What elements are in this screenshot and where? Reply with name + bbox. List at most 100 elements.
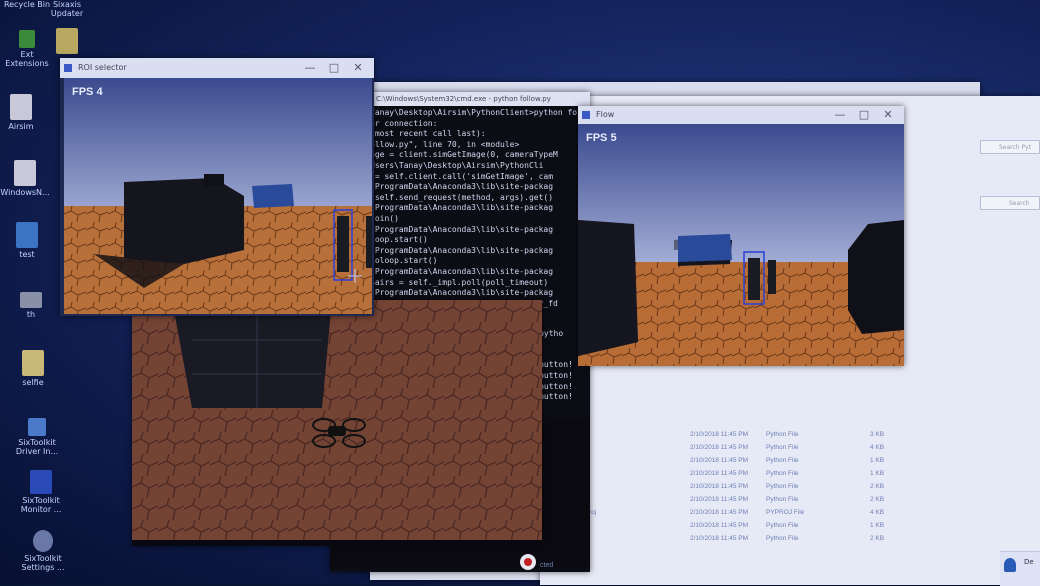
file-icon: [10, 94, 32, 120]
flow-fps-label: FPS 5: [586, 132, 617, 144]
file-date: 2/10/2018 11:45 PM: [690, 496, 749, 503]
maximize-icon[interactable]: □: [852, 106, 876, 124]
file-size: 2 KB: [870, 483, 885, 490]
console-line: ollow.py", line 70, in <module>: [370, 139, 520, 149]
console-line: \ProgramData\Anaconda3\lib\site-packag: [370, 245, 554, 255]
record-icon[interactable]: [520, 554, 536, 570]
file-date: 2/10/2018 11:45 PM: [690, 535, 749, 542]
notification-text: De: [1024, 558, 1034, 566]
file-type: Python File: [766, 496, 799, 503]
console-line: age = client.simGetImage(0, cameraTypeM: [370, 150, 558, 160]
desktop-icon-sixtoolkit-driver[interactable]: SixToolkit Driver In...: [10, 418, 64, 456]
console-line: self.send_request(method, args).get(): [370, 192, 554, 202]
folder-icon: [56, 28, 78, 54]
file-row[interactable]: PythonClient.pyproj2/10/2018 11:45 PMPYP…: [540, 506, 900, 519]
file-size: 4 KB: [870, 444, 885, 451]
image-icon: [20, 292, 42, 308]
file-row[interactable]: point_cloud2/10/2018 11:45 PMPython File…: [540, 493, 900, 506]
sixtoolkit-driver-label: SixToolkit Driver In...: [15, 438, 59, 456]
flow-video-frame[interactable]: FPS 5: [578, 124, 904, 366]
record-dot-icon: [524, 558, 532, 566]
sixtoolkit-monitor-label: SixToolkit Monitor ...: [20, 496, 62, 514]
file-row[interactable]: seg_pallete2/10/2018 11:45 PMPython File…: [540, 519, 900, 532]
file-row[interactable]: objects2/10/2018 11:45 PMPython File1 KB: [540, 454, 900, 467]
desktop-icon-selfie[interactable]: selfie: [6, 350, 60, 387]
console-line: Users\Tanay\Desktop\Airsim\PythonCli: [370, 160, 544, 170]
file-size: 1 KB: [870, 470, 885, 477]
file-date: 2/10/2018 11:45 PM: [690, 483, 749, 490]
file-date: 2/10/2018 11:45 PM: [690, 522, 749, 529]
explorer-status-text: cted: [540, 562, 554, 569]
desktop-icon-airsim[interactable]: Airsim: [0, 94, 48, 131]
console-title: C:\Windows\System32\cmd.exe - python fol…: [376, 95, 551, 103]
person-icon: [1004, 558, 1016, 572]
roi-titlebar: ROI selector — □ ✕: [60, 58, 374, 78]
app-icon: [30, 470, 52, 494]
selfie-icon-label: selfie: [22, 378, 44, 387]
file-type: PYPROJ File: [766, 509, 805, 516]
test-icon-label: test: [19, 250, 35, 259]
file-size: 1 KB: [870, 522, 885, 529]
windowsn-icon-label: WindowsN...: [0, 188, 50, 197]
console-line: join(): [370, 213, 399, 223]
desktop-icon-test[interactable]: test: [0, 222, 54, 259]
search-input[interactable]: Search Pyt: [980, 140, 1040, 154]
search-input-2-text: Search: [1009, 200, 1030, 207]
console-line: = self.client.call('simGetImage', cam: [370, 171, 554, 181]
console-line: \ProgramData\Anaconda3\lib\site-packag: [370, 182, 554, 192]
file-date: 2/10/2018 11:45 PM: [690, 444, 749, 451]
th-icon-label: th: [26, 310, 36, 319]
minimize-icon[interactable]: —: [298, 58, 322, 78]
close-icon[interactable]: ✕: [346, 58, 370, 78]
console-line: ioloop.start(): [370, 256, 438, 266]
console-line: \ProgramData\Anaconda3\lib\site-packag: [370, 224, 554, 234]
console-line: or connection:: [370, 118, 438, 128]
console-output-top: Tanay\Desktop\Airsim\PythonClient>python…: [370, 108, 590, 328]
console-line: loop.start(): [370, 235, 428, 245]
desktop-icon-updater[interactable]: Sixaxis Updater: [40, 0, 94, 18]
file-row[interactable]: path2/10/2018 11:45 PMPython File1 KB: [540, 467, 900, 480]
search-input-2[interactable]: Search: [980, 196, 1040, 210]
file-type: Python File: [766, 431, 799, 438]
search-input-text: Search Pyt: [999, 144, 1032, 151]
python-file-icon: [16, 222, 38, 248]
roi-window-title: ROI selector: [78, 63, 127, 72]
airsim-scene-window[interactable]: [132, 300, 542, 546]
roi-selector-window[interactable]: ROI selector — □ ✕ FPS 4: [60, 58, 374, 316]
file-row[interactable]: navigate2/10/2018 11:45 PMPython File4 K…: [540, 441, 900, 454]
flow-blue-container: [678, 234, 732, 262]
file-date: 2/10/2018 11:45 PM: [690, 431, 749, 438]
image-file-icon: [22, 350, 44, 376]
roi-scene: [64, 78, 372, 314]
roi-video-frame[interactable]: FPS 4: [64, 78, 372, 314]
minimize-icon[interactable]: —: [828, 106, 852, 124]
notification-toast[interactable]: De: [1000, 551, 1040, 586]
file-type: Python File: [766, 444, 799, 451]
file-date: 2/10/2018 11:45 PM: [690, 457, 749, 464]
desktop-icon-sixtoolkit-monitor[interactable]: SixToolkit Monitor ...: [14, 470, 68, 514]
desktop-icon-folder[interactable]: [52, 28, 82, 56]
file-size: 2 KB: [870, 496, 885, 503]
console-line: (most recent call last):: [370, 129, 486, 139]
console-line: Tanay\Desktop\Airsim\PythonClient>python…: [370, 108, 590, 117]
desktop-icon-extensions[interactable]: Ext Extensions: [0, 30, 54, 68]
maximize-icon[interactable]: □: [322, 58, 346, 78]
scene-bottom-bar: [132, 540, 542, 546]
window-app-icon: [64, 64, 72, 72]
file-row[interactable]: segmentation2/10/2018 11:45 PMPython Fil…: [540, 532, 900, 545]
file-size: 2 KB: [870, 535, 885, 542]
desktop-icon-windowsn[interactable]: WindowsN...: [0, 160, 52, 197]
file-row[interactable]: pfm2/10/2018 11:45 PMPython File2 KB: [540, 480, 900, 493]
console-line: \ProgramData\Anaconda3\lib\site-packag: [370, 266, 554, 276]
file-type: Python File: [766, 522, 799, 529]
close-icon[interactable]: ✕: [876, 106, 900, 124]
file-icon: [14, 160, 36, 186]
flow-window[interactable]: Flow — □ ✕ FPS 5: [578, 106, 904, 366]
desktop-icon-sixtoolkit-settings[interactable]: SixToolkit Settings ...: [16, 530, 70, 572]
desktop-icon-th[interactable]: th: [4, 292, 58, 319]
file-row[interactable]: hello_drone2/10/2018 11:45 PMPython File…: [540, 428, 900, 441]
airsim-icon-label: Airsim: [8, 122, 34, 131]
window-app-icon: [582, 111, 590, 119]
extensions-icon: [19, 30, 35, 48]
file-type: Python File: [766, 483, 799, 490]
